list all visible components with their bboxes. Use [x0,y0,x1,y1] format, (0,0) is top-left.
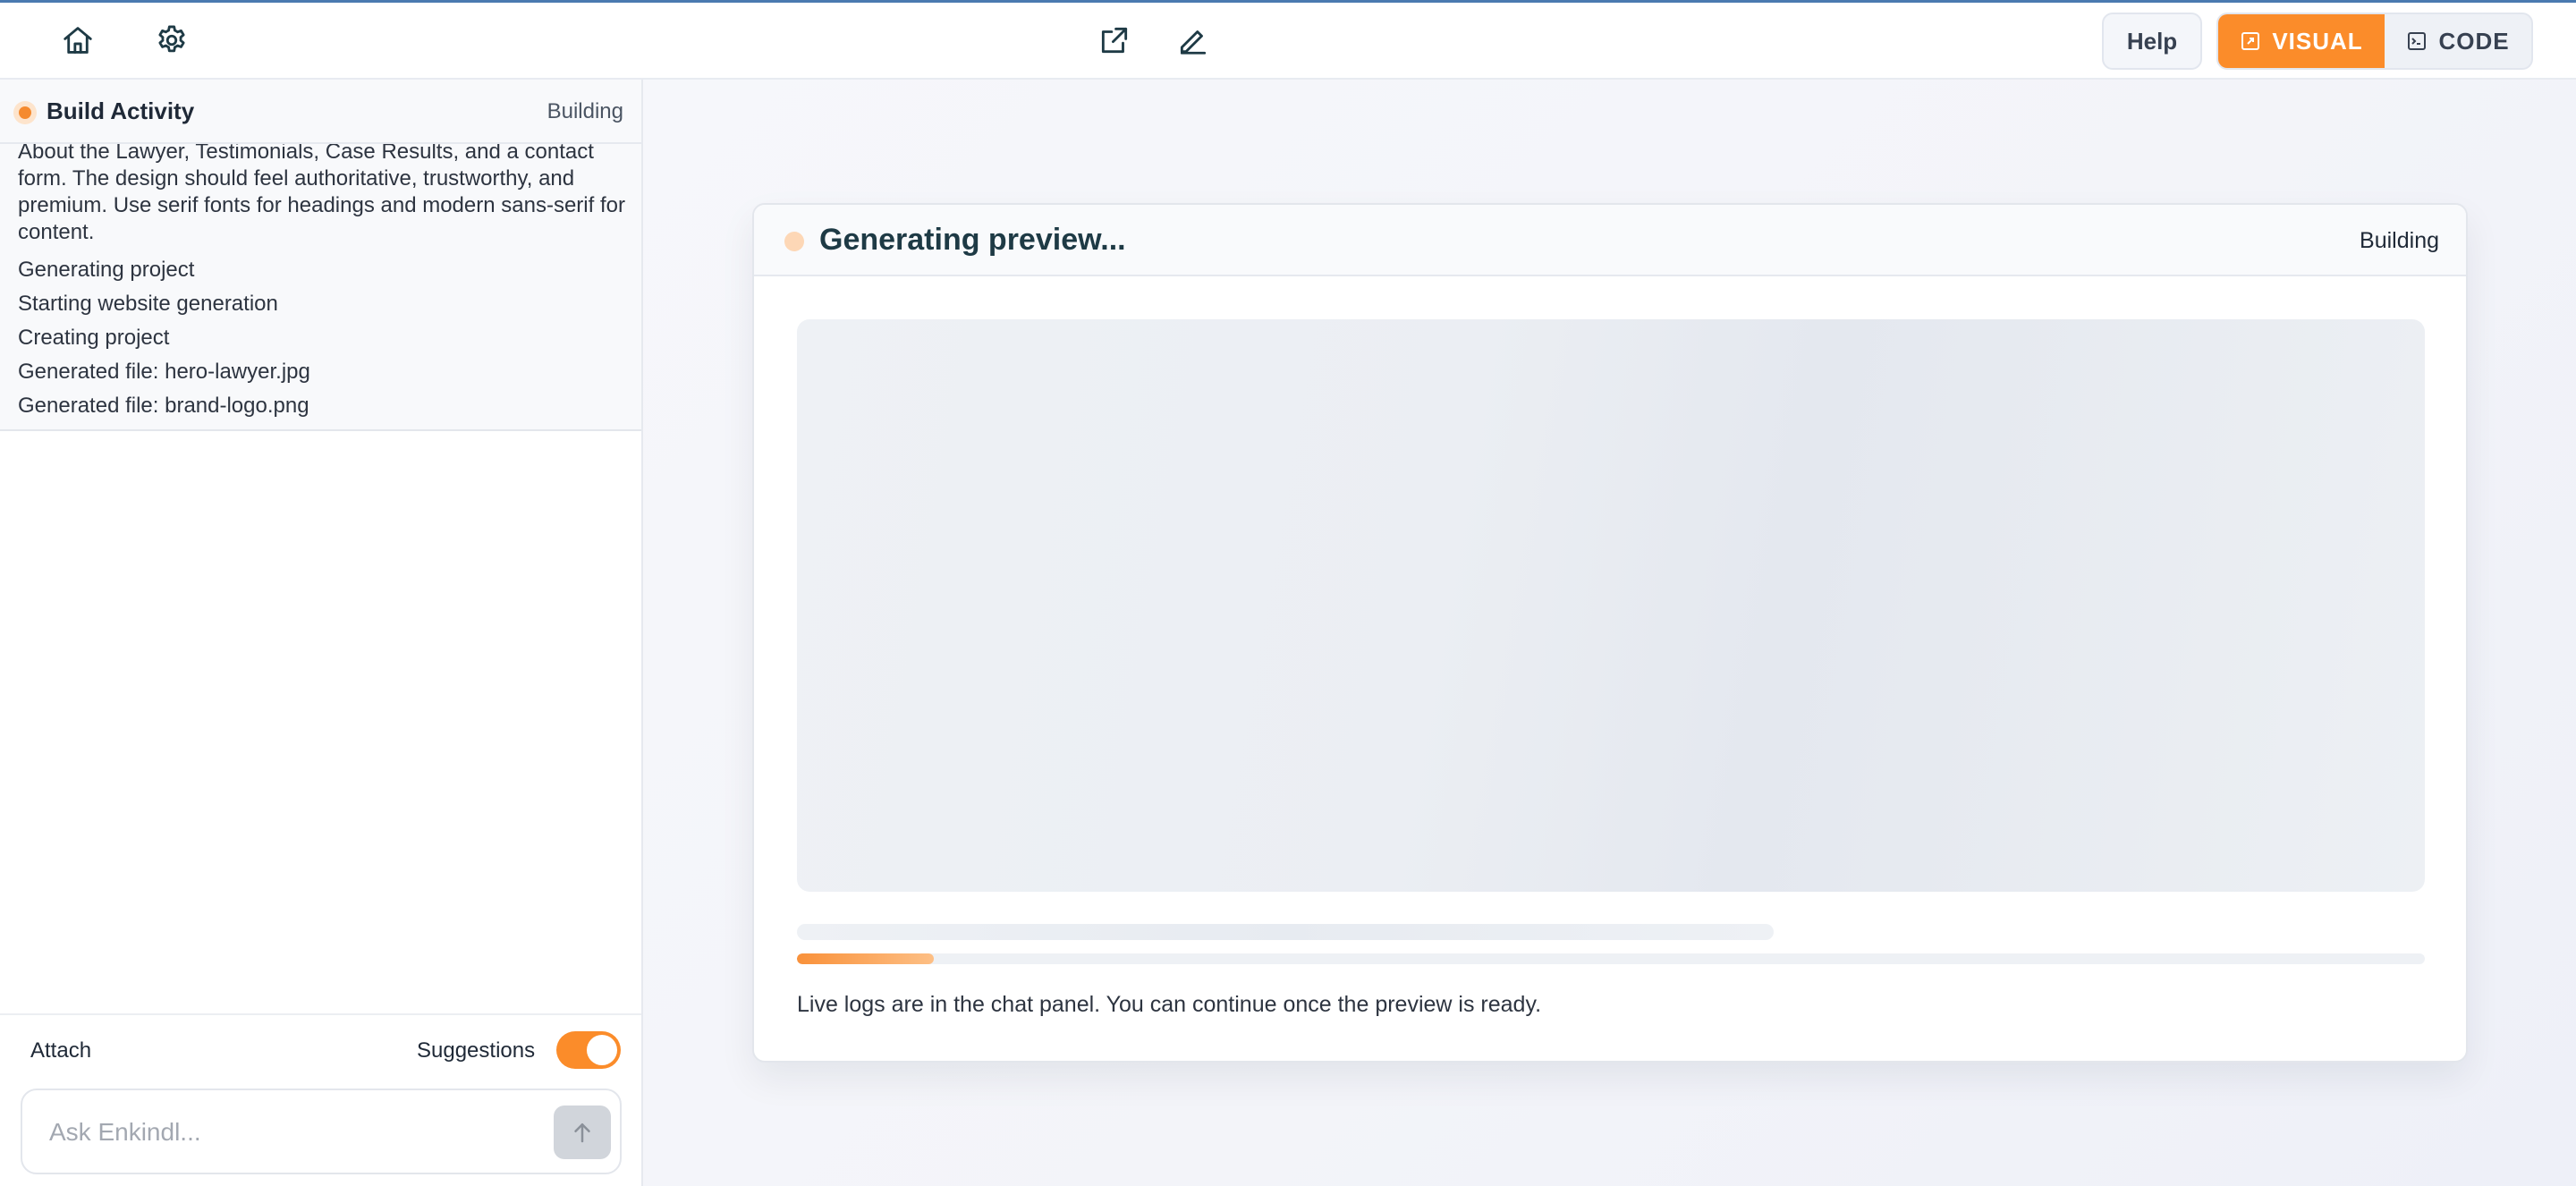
progress-bar [797,953,2425,964]
code-mode-label: CODE [2438,27,2510,55]
visual-mode-label: VISUAL [2272,27,2363,55]
external-link-icon[interactable] [1095,21,1134,60]
build-activity-panel: About the Lawyer, Testimonials, Case Res… [0,80,641,431]
code-mode-button[interactable]: CODE [2385,14,2531,68]
activity-line: Creating project [18,326,170,350]
building-status-dot [13,101,37,124]
terminal-icon [2408,32,2427,50]
gear-icon[interactable] [152,21,191,60]
preview-skeleton [797,319,2425,892]
activity-line: Generated file: hero-lawyer.jpg [18,360,310,384]
toggle-knob [587,1035,617,1065]
ask-input[interactable] [49,1114,532,1151]
activity-description: About the Lawyer, Testimonials, Case Res… [18,140,625,244]
activity-title: Build Activity [47,97,195,124]
activity-log[interactable]: About the Lawyer, Testimonials, Case Res… [18,139,626,423]
activity-header: Build Activity Building [0,80,641,144]
pencil-icon[interactable] [1174,21,1213,60]
progress-fill [797,953,934,964]
home-icon[interactable] [58,21,97,60]
top-toolbar: Help VISUAL CODE [0,3,2576,80]
skeleton-line [797,924,1774,940]
preview-card: Generating preview... Building Live logs… [752,203,2468,1063]
preview-note: Live logs are in the chat panel. You can… [797,992,1542,1017]
suggestions-label: Suggestions [417,1038,536,1063]
activity-status: Building [547,99,623,123]
view-mode-switch: VISUAL CODE [2216,13,2533,70]
preview-status: Building [2360,228,2439,253]
visual-mode-button[interactable]: VISUAL [2218,14,2385,68]
activity-line: Generating project [18,258,195,282]
preview-title: Generating preview... [819,223,1126,257]
chat-sidebar: About the Lawyer, Testimonials, Case Res… [0,80,643,1186]
activity-line: Generated file: brand-logo.png [18,394,309,418]
help-button[interactable]: Help [2102,13,2202,70]
visual-icon [2241,32,2260,50]
preview-area: Generating preview... Building Live logs… [643,80,2576,1186]
ask-box [21,1089,622,1174]
composer: Attach Suggestions [0,1013,641,1186]
arrow-up-icon [574,1123,590,1143]
send-button[interactable] [554,1106,611,1159]
activity-line: Starting website generation [18,292,278,316]
attach-button[interactable]: Attach [30,1038,91,1063]
preview-status-dot [784,232,804,251]
preview-header: Generating preview... Building [754,205,2466,276]
suggestions-toggle[interactable] [556,1031,621,1069]
